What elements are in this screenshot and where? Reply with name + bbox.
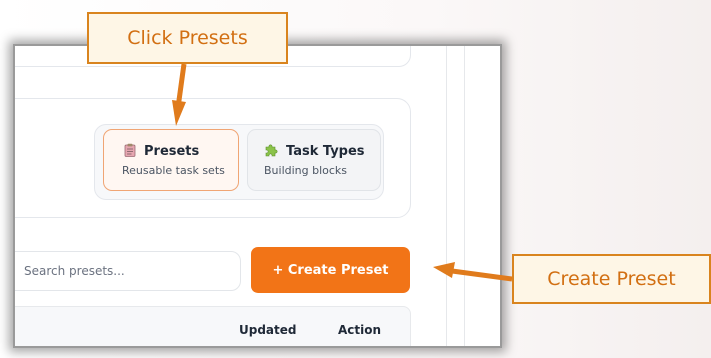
presets-tab-subtitle: Reusable task sets xyxy=(122,164,225,177)
task-types-tab-subtitle: Building blocks xyxy=(264,164,348,177)
create-preset-button[interactable]: + Create Preset xyxy=(251,247,410,293)
clipboard-icon xyxy=(124,143,136,159)
task-types-tab[interactable]: Task Types Building blocks xyxy=(247,129,381,191)
table-header: Updated Action xyxy=(15,306,411,346)
presets-tab[interactable]: Presets Reusable task sets xyxy=(103,129,239,191)
create-preset-callout: Create Preset xyxy=(512,254,711,304)
presets-tab-title: Presets xyxy=(144,143,200,159)
puzzle-icon xyxy=(264,143,278,159)
task-types-tab-title: Task Types xyxy=(286,143,365,159)
section-switcher: Presets Reusable task sets Task Types Bu… xyxy=(94,124,384,200)
search-input[interactable] xyxy=(15,251,241,291)
divider xyxy=(464,46,465,346)
column-header-updated: Updated xyxy=(239,323,297,337)
app-screenshot: Presets Reusable task sets Task Types Bu… xyxy=(15,46,500,346)
divider xyxy=(446,46,447,346)
click-presets-callout: Click Presets xyxy=(87,12,288,64)
column-header-action: Action xyxy=(338,323,382,337)
